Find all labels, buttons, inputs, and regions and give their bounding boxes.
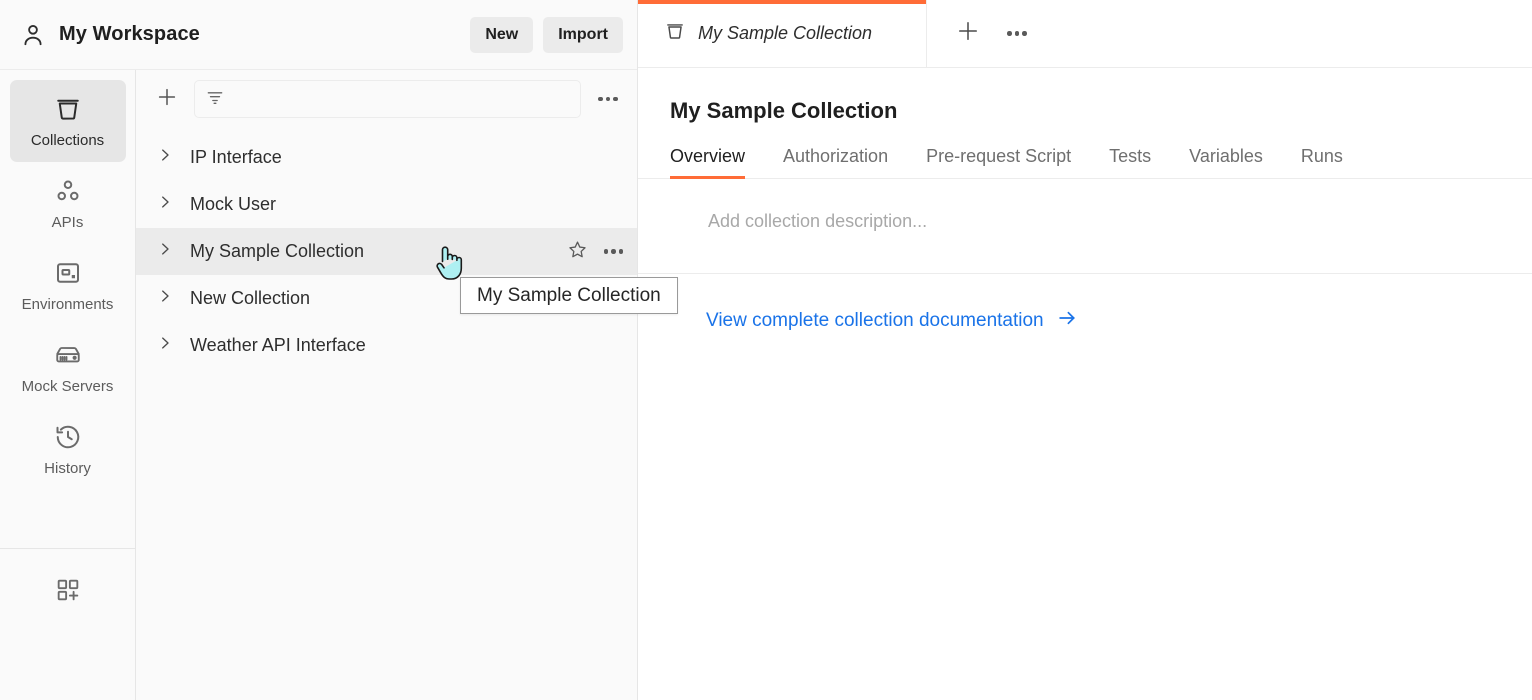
chevron-right-icon bbox=[156, 287, 190, 310]
tab-authorization[interactable]: Authorization bbox=[783, 146, 912, 178]
collection-icon bbox=[53, 94, 83, 124]
workspace-header: My Workspace New Import bbox=[0, 0, 637, 70]
chevron-right-icon bbox=[156, 334, 190, 357]
collections-pane: IP Interface Mock User My Sample Collect… bbox=[136, 70, 637, 700]
tab-bar: My Sample Collection bbox=[638, 0, 1532, 68]
sidebar-rail: Collections APIs Environments Mock Serve… bbox=[0, 70, 136, 700]
tab-bar-actions bbox=[927, 0, 1055, 67]
plus-icon bbox=[959, 22, 977, 40]
sidebar-label-history: History bbox=[44, 460, 91, 477]
import-button[interactable]: Import bbox=[543, 16, 623, 53]
collections-list: IP Interface Mock User My Sample Collect… bbox=[136, 128, 637, 700]
collections-toolbar bbox=[136, 70, 637, 128]
filter-input[interactable] bbox=[225, 90, 570, 108]
tab-overview[interactable]: Overview bbox=[670, 146, 769, 179]
left-column: My Workspace New Import Collections APIs… bbox=[0, 0, 638, 700]
sidebar-label-mock-servers: Mock Servers bbox=[21, 378, 114, 395]
star-icon[interactable] bbox=[567, 239, 588, 265]
tab-variables[interactable]: Variables bbox=[1189, 146, 1287, 178]
app-root: My Workspace New Import Collections APIs… bbox=[0, 0, 1532, 700]
collection-row-ip-interface[interactable]: IP Interface bbox=[136, 134, 637, 181]
mock-servers-icon bbox=[53, 340, 83, 370]
tab-tests[interactable]: Tests bbox=[1109, 146, 1175, 178]
left-body: Collections APIs Environments Mock Serve… bbox=[0, 70, 637, 700]
chevron-right-icon bbox=[156, 146, 190, 169]
tab-label: My Sample Collection bbox=[698, 23, 873, 43]
arrow-right-icon bbox=[1056, 307, 1078, 335]
tab-pre-request-script[interactable]: Pre-request Script bbox=[926, 146, 1095, 178]
environments-icon bbox=[53, 258, 83, 288]
collections-more-button[interactable] bbox=[593, 84, 623, 114]
sub-tab-bar: Overview Authorization Pre-request Scrip… bbox=[638, 124, 1532, 179]
workspace-title: My Workspace bbox=[59, 23, 200, 45]
workspace-actions: New Import bbox=[470, 16, 623, 53]
filter-icon bbox=[205, 87, 225, 112]
sidebar-label-collections: Collections bbox=[30, 132, 105, 149]
new-button[interactable]: New bbox=[470, 16, 534, 53]
collection-name: Mock User bbox=[190, 194, 277, 214]
sidebar-item-history[interactable]: History bbox=[10, 408, 126, 490]
plus-icon bbox=[155, 85, 179, 114]
sidebar-label-apis: APIs bbox=[51, 214, 84, 231]
chevron-right-icon bbox=[156, 240, 190, 263]
collection-name: My Sample Collection bbox=[190, 241, 365, 261]
documentation-link-area: View complete collection documentation bbox=[638, 274, 1532, 335]
collection-description-placeholder[interactable]: Add collection description... bbox=[638, 179, 1532, 232]
collection-row-my-sample-collection[interactable]: My Sample Collection bbox=[136, 228, 637, 275]
collection-name: IP Interface bbox=[190, 147, 282, 167]
more-options-icon bbox=[598, 96, 618, 102]
sidebar-item-apis[interactable]: APIs bbox=[10, 162, 126, 244]
collection-name: New Collection bbox=[190, 288, 311, 308]
view-collection-documentation-link[interactable]: View complete collection documentation bbox=[706, 307, 1078, 335]
chevron-right-icon bbox=[156, 193, 190, 216]
main-body: My Sample Collection Overview Authorizat… bbox=[638, 68, 1532, 700]
sidebar-label-environments: Environments bbox=[21, 296, 114, 313]
tab-bar-more-icon[interactable] bbox=[1007, 31, 1027, 36]
sidebar-divider bbox=[0, 548, 135, 549]
new-tab-button[interactable] bbox=[955, 18, 981, 49]
tab-my-sample-collection[interactable]: My Sample Collection bbox=[638, 0, 927, 67]
main-panel: My Sample Collection My Sample Collectio… bbox=[638, 0, 1532, 700]
collection-name: Weather API Interface bbox=[190, 335, 366, 355]
collection-icon bbox=[664, 20, 686, 47]
sidebar-item-environments[interactable]: Environments bbox=[10, 244, 126, 326]
tab-runs[interactable]: Runs bbox=[1301, 146, 1367, 178]
new-module-button[interactable] bbox=[41, 565, 95, 619]
sidebar-bottom-area bbox=[0, 565, 135, 619]
collection-row-actions bbox=[567, 239, 623, 265]
documentation-link-label: View complete collection documentation bbox=[706, 310, 1044, 331]
workspace-identity[interactable]: My Workspace bbox=[20, 22, 200, 48]
page-title: My Sample Collection bbox=[670, 98, 898, 123]
user-icon bbox=[20, 22, 46, 48]
add-collection-button[interactable] bbox=[152, 84, 182, 114]
new-module-icon bbox=[54, 576, 82, 609]
collection-name-tooltip: My Sample Collection bbox=[460, 277, 678, 314]
collection-row-more-icon[interactable] bbox=[603, 249, 623, 254]
collection-row-weather-api-interface[interactable]: Weather API Interface bbox=[136, 322, 637, 369]
history-icon bbox=[53, 422, 83, 452]
sidebar-item-collections[interactable]: Collections bbox=[9, 80, 126, 162]
apis-icon bbox=[53, 176, 83, 206]
filter-bar[interactable] bbox=[194, 80, 581, 118]
collection-row-mock-user[interactable]: Mock User bbox=[136, 181, 637, 228]
sidebar-item-mock-servers[interactable]: Mock Servers bbox=[10, 326, 126, 408]
